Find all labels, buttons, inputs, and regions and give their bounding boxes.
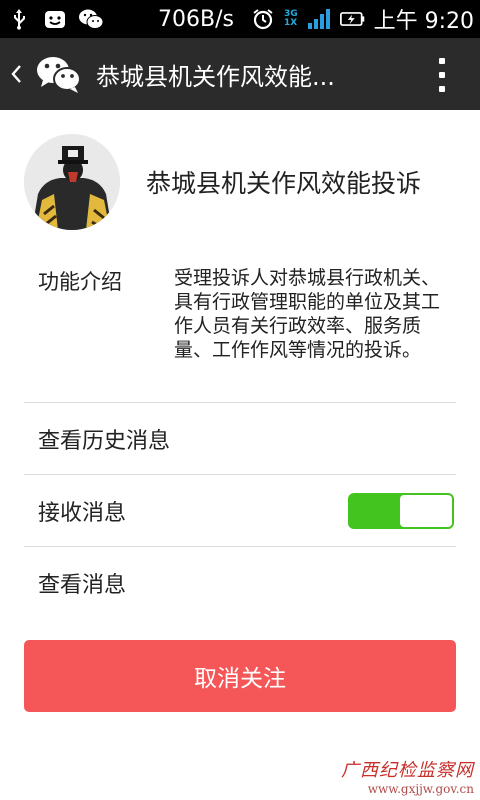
account-name: 恭城县机关作风效能投诉 xyxy=(146,169,422,198)
avatar[interactable] xyxy=(24,134,120,230)
intro-label: 功能介绍 xyxy=(38,270,122,294)
signal-icon xyxy=(306,6,332,32)
receive-messages-toggle[interactable] xyxy=(348,493,454,529)
watermark-title: 广西纪检监察网 xyxy=(341,760,474,781)
status-bar: 706B/s 3G 1X 上午 9:20 xyxy=(0,0,480,38)
account-header: 恭城县机关作风效能投诉 xyxy=(24,134,421,230)
network-type: 3G 1X xyxy=(284,10,298,28)
view-history-row[interactable]: 查看历史消息 xyxy=(24,403,456,475)
watermark-url: www.gxjjw.gov.cn xyxy=(367,782,474,796)
more-dot-icon xyxy=(439,86,445,92)
battery-charging-icon xyxy=(339,6,366,32)
avatar-figure-icon xyxy=(24,134,120,230)
more-dot-icon xyxy=(439,72,445,78)
smile-icon xyxy=(42,6,68,32)
receive-messages-label: 接收消息 xyxy=(38,501,127,526)
back-button[interactable] xyxy=(0,38,32,110)
view-messages-label: 查看消息 xyxy=(38,573,127,598)
toggle-knob xyxy=(400,495,452,527)
alarm-icon xyxy=(250,6,276,32)
network-1x-label: 1X xyxy=(283,18,298,28)
wechat-icon xyxy=(78,6,104,32)
view-messages-row[interactable]: 查看消息 xyxy=(24,547,456,619)
more-dot-icon xyxy=(439,58,445,64)
intro-text: 受理投诉人对恭城县行政机关、具有行政管理职能的单位及其工作人员有关行政效率、服务… xyxy=(174,267,441,361)
more-options-button[interactable] xyxy=(438,58,446,92)
page-title: 恭城县机关作风效能... xyxy=(96,62,335,91)
wechat-logo-icon xyxy=(34,49,84,99)
function-intro: 功能介绍 受理投诉人对恭城县行政机关、具有行政管理职能的单位及其工作人员有关行政… xyxy=(38,266,458,362)
net-speed: 706B/s xyxy=(158,6,234,32)
view-history-label: 查看历史消息 xyxy=(38,429,171,454)
clock: 上午 9:20 xyxy=(373,9,474,34)
chevron-left-icon xyxy=(11,65,21,83)
unfollow-button[interactable]: 取消关注 xyxy=(24,640,456,712)
watermark: 广西纪检监察网 www.gxjjw.gov.cn xyxy=(341,756,474,796)
receive-messages-row: 接收消息 xyxy=(24,475,456,547)
usb-icon xyxy=(6,6,32,32)
action-bar: 恭城县机关作风效能... xyxy=(0,38,480,110)
